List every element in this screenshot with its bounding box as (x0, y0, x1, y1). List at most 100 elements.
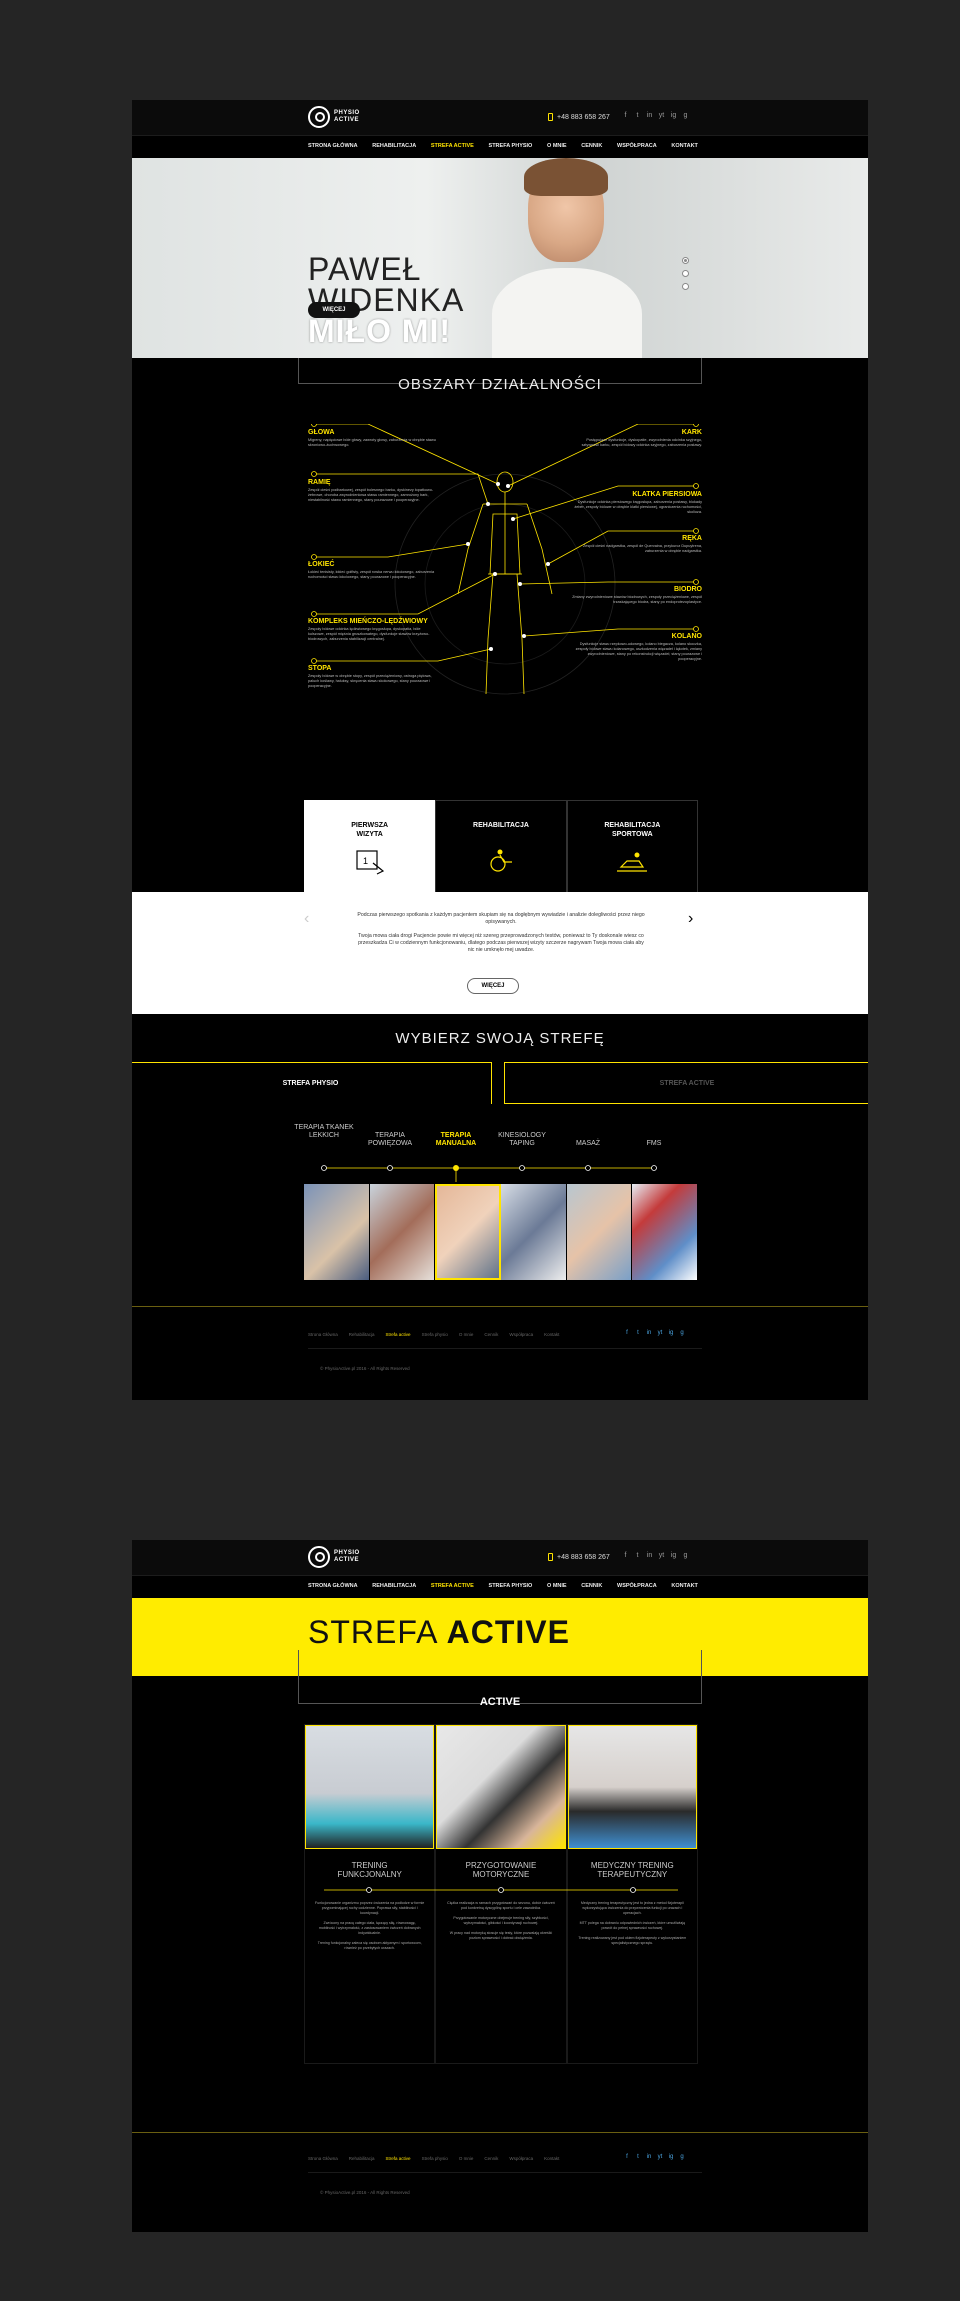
nav-item-active[interactable]: STREFA ACTIVE (431, 143, 474, 149)
tab-strefa-active[interactable]: STREFA ACTIVE (504, 1062, 868, 1104)
linkedin-icon[interactable]: in (646, 1330, 652, 1336)
twitter-icon[interactable]: t (634, 1552, 641, 1559)
hero-more-button[interactable]: WIĘCEJ (308, 302, 360, 318)
nav-item-cooperation[interactable]: WSPÓŁPRACA (617, 143, 657, 149)
first-visit-panel: ‹ › Podczas pierwszego spotkania z każdy… (132, 892, 868, 1014)
area-reka[interactable]: RĘKA Zespół cieśni nadgarstka, zespół de … (572, 535, 702, 554)
instagram-icon[interactable]: ig (668, 1330, 674, 1336)
timeline-item-powiezowa[interactable]: TERAPIA POWIĘZOWA (360, 1132, 420, 1148)
area-klatka[interactable]: KLATKA PIERSIOWA Dysfunkcje odcinka piers… (572, 491, 702, 515)
linkedin-icon[interactable]: in (646, 112, 653, 119)
photo-5[interactable] (566, 1184, 633, 1280)
nav-item-about[interactable]: O MNIE (547, 143, 567, 149)
facebook-icon[interactable]: f (622, 1552, 629, 1559)
footer-social-2: f t in yt ig g (624, 2154, 685, 2160)
tile-rehab[interactable]: REHABILITACJA (435, 800, 567, 896)
photo-6[interactable] (632, 1184, 699, 1280)
facebook-icon[interactable]: f (622, 112, 629, 119)
photo-3[interactable] (435, 1184, 502, 1280)
youtube-icon[interactable]: yt (658, 1552, 665, 1559)
logo[interactable]: PHYSIO ACTIVE (308, 1546, 360, 1568)
hero-greeting: MIŁO MI! (308, 313, 452, 349)
youtube-icon[interactable]: yt (657, 2154, 663, 2160)
service-tiles: PIERWSZA WIZYTA 1 REHABILITACJA REHABILIT… (304, 800, 698, 896)
tile-sport-rehab[interactable]: REHABILITACJA SPORTOWA (566, 800, 698, 896)
band-paragraph-1: Podczas pierwszego spotkania z każdym pa… (357, 912, 645, 925)
twitter-icon[interactable]: t (635, 1330, 641, 1336)
area-stopa[interactable]: STOPA Zespoły bólowe w obrębie stopy, zes… (308, 665, 438, 689)
footer-social: f t in yt ig g (624, 1330, 685, 1336)
phone[interactable]: +48 883 658 267 (548, 1553, 610, 1561)
photo-4[interactable] (501, 1184, 567, 1280)
photo-1[interactable] (304, 1184, 370, 1280)
area-kark[interactable]: KARK Postępujące dysfunkcje, dyskopatie, … (572, 429, 702, 448)
photo-medical (567, 1725, 697, 1849)
nav-item-pricing[interactable]: CENNIK (581, 143, 602, 149)
linkedin-icon[interactable]: in (646, 1552, 653, 1559)
svg-text:1: 1 (363, 856, 368, 866)
facebook-icon[interactable]: f (624, 2154, 630, 2160)
logo-mark-icon (308, 1546, 330, 1568)
nav-item-home[interactable]: STRONA GŁÓWNA (308, 143, 358, 149)
active-divider (324, 1887, 678, 1893)
slider-dot-1[interactable] (683, 258, 688, 263)
twitter-icon[interactable]: t (634, 112, 641, 119)
twitter-icon[interactable]: t (635, 2154, 641, 2160)
nav-item-rehab[interactable]: REHABILITACJA (372, 143, 416, 149)
logo[interactable]: PHYSIO ACTIVE (308, 106, 360, 128)
timeline-item-manualna[interactable]: TERAPIA MANUALNA (426, 1132, 486, 1148)
google-icon[interactable]: g (682, 1552, 689, 1559)
area-biodro[interactable]: BIODRO Zmiany zwyrodnieniowe stawów biodr… (572, 586, 702, 605)
page-strefa-active: PHYSIO ACTIVE +48 883 658 267 f t in yt i… (132, 1540, 868, 2232)
main-nav: STRONA GŁÓWNA REHABILITACJA STREFA ACTIV… (132, 136, 868, 158)
areas-title: OBSZARY DZIAŁALNOŚCI (398, 376, 602, 393)
instagram-icon[interactable]: ig (670, 1552, 677, 1559)
google-icon[interactable]: g (682, 112, 689, 119)
therapy-photos (304, 1184, 699, 1280)
area-ramie[interactable]: RAMIĘ Zespół cieśni podbarkowej, zespół b… (308, 479, 438, 503)
prev-arrow-icon[interactable]: ‹ (304, 910, 309, 928)
slider-dot-2[interactable] (683, 271, 688, 276)
instagram-icon[interactable]: ig (670, 112, 677, 119)
social-links: f t in yt ig g (622, 112, 689, 119)
main-nav-2: STRONA GŁÓWNA REHABILITACJA STREFA ACTIV… (308, 1583, 698, 1589)
area-lokiec[interactable]: ŁOKIEĆ Łokieć tenisisty, łokieć golfisty,… (308, 561, 438, 580)
copyright-2: © PhysioActive.pl 2016 - All Rights Rese… (320, 2190, 410, 2195)
area-kolano[interactable]: KOLANO Dysfunkcje stawu rzepkowo-udowego,… (572, 633, 702, 662)
slider-dot-3[interactable] (683, 284, 688, 289)
brand-line1: PHYSIO (334, 110, 360, 116)
sport-rehab-icon (617, 852, 648, 872)
timeline-item-fms[interactable]: FMS (624, 1140, 684, 1148)
youtube-icon[interactable]: yt (657, 1330, 663, 1336)
active-title: STREFA ACTIVE (308, 1614, 570, 1650)
nav-item-contact[interactable]: KONTAKT (671, 143, 697, 149)
logo-mark-icon (308, 106, 330, 128)
timeline-item-masaz[interactable]: MASAŻ (558, 1140, 618, 1148)
photo-motor (436, 1725, 566, 1849)
footer-nav-2: Strona Główna Rehabilitacja Strefa activ… (308, 2156, 560, 2161)
google-icon[interactable]: g (679, 1330, 685, 1336)
band-more-button[interactable]: WIĘCEJ (467, 978, 519, 994)
band-paragraph-2: Twoja mowa ciała drogi Pacjencie powie m… (358, 933, 644, 953)
next-arrow-icon[interactable]: › (688, 910, 693, 928)
tile-first-visit[interactable]: PIERWSZA WIZYTA 1 (304, 800, 436, 896)
google-icon[interactable]: g (679, 2154, 685, 2160)
active-label: ACTIVE (479, 1696, 521, 1708)
instagram-icon[interactable]: ig (668, 2154, 674, 2160)
youtube-icon[interactable]: yt (658, 112, 665, 119)
linkedin-icon[interactable]: in (646, 2154, 652, 2160)
hero-slider: PAWEŁ WIDENKA MIŁO MI! WIĘCEJ (132, 158, 868, 358)
calendar-hand-icon: 1 (356, 850, 384, 875)
hero-title: PAWEŁ WIDENKA MIŁO MI! (308, 251, 465, 349)
nav-item-physio[interactable]: STREFA PHYSIO (489, 143, 533, 149)
phone-icon (548, 1553, 553, 1561)
tab-strefa-physio[interactable]: STREFA PHYSIO (132, 1062, 492, 1104)
area-kompleks[interactable]: KOMPLEKS MIEŃCZO-LĘDŹWIOWY Zespoły bólowe… (308, 618, 438, 642)
timeline-item-tkanek[interactable]: TERAPIA TKANEK LEKKICH (294, 1124, 354, 1140)
facebook-icon[interactable]: f (624, 1330, 630, 1336)
timeline-item-taping[interactable]: KINESIOLOGY TAPING (492, 1132, 552, 1148)
photo-2[interactable] (369, 1184, 436, 1280)
phone[interactable]: +48 883 658 267 (548, 113, 610, 121)
copyright: © PhysioActive.pl 2016 - All Rights Rese… (320, 1366, 410, 1371)
area-glowa[interactable]: GŁOWA Migreny, napięciowe bóle głowy, zaw… (308, 429, 438, 448)
